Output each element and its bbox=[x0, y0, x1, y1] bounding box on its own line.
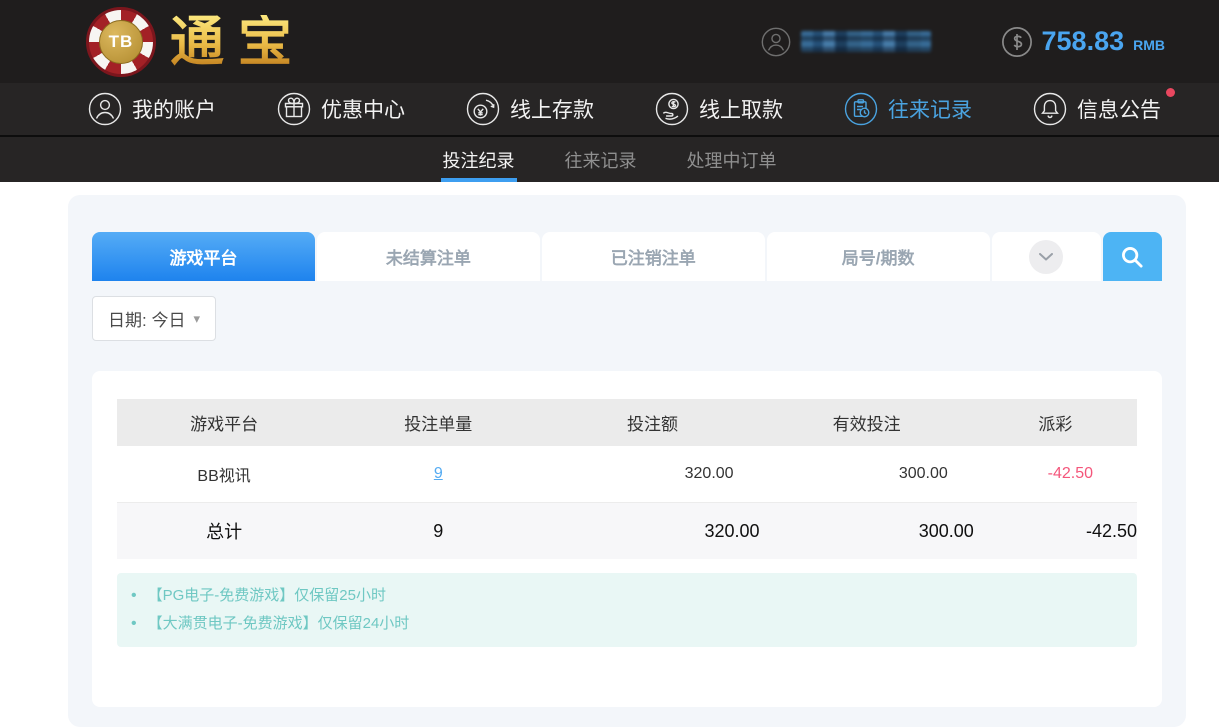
search-icon bbox=[1118, 243, 1146, 271]
filter-tab-unsettled-bets[interactable]: 未结算注单 bbox=[317, 232, 540, 281]
table-total-row: 总计 9 320.00 300.00 -42.50 bbox=[117, 503, 1137, 560]
col-header-bet-count: 投注单量 bbox=[331, 399, 545, 446]
subtab-label: 处理中订单 bbox=[687, 147, 777, 173]
nav-label: 优惠中心 bbox=[321, 94, 405, 124]
results-panel: 游戏平台 投注单量 投注额 有效投注 派彩 BB视讯 9 320.00 300.… bbox=[92, 371, 1162, 707]
deposit-coin-icon bbox=[466, 92, 500, 126]
filter-tabs: 游戏平台 未结算注单 已注销注单 局号/期数 bbox=[92, 232, 1162, 281]
note-text: 【PG电子-免费游戏】仅保留25小时 bbox=[148, 582, 386, 610]
total-valid-bet: 300.00 bbox=[760, 503, 974, 560]
records-card: 游戏平台 未结算注单 已注销注单 局号/期数 bbox=[68, 195, 1186, 727]
gift-icon bbox=[277, 92, 311, 126]
username-redacted bbox=[801, 31, 931, 52]
cell-platform: BB视讯 bbox=[117, 446, 331, 503]
nav-item-my-account[interactable]: 我的账户 bbox=[88, 92, 216, 126]
note-line-slam: • 【大满贯电子-免费游戏】仅保留24小时 bbox=[131, 610, 1123, 638]
table-header-row: 游戏平台 投注单量 投注额 有效投注 派彩 bbox=[117, 399, 1137, 446]
filter-tab-game-platform[interactable]: 游戏平台 bbox=[92, 232, 315, 281]
col-header-platform: 游戏平台 bbox=[117, 399, 331, 446]
topbar: TB 通宝 758.83 RMB bbox=[0, 0, 1219, 83]
cell-payout: -42.50 bbox=[974, 446, 1137, 503]
filter-tab-label: 游戏平台 bbox=[169, 244, 237, 269]
nav-label: 我的账户 bbox=[132, 94, 216, 124]
nav-label: 往来记录 bbox=[888, 94, 972, 124]
note-text: 【大满贯电子-免费游戏】仅保留24小时 bbox=[148, 610, 410, 638]
balance-amount: 758.83 bbox=[1042, 26, 1125, 57]
table-row: BB视讯 9 320.00 300.00 -42.50 bbox=[117, 446, 1137, 503]
subtab-label: 投注纪录 bbox=[443, 147, 515, 173]
total-bet-amount: 320.00 bbox=[545, 503, 759, 560]
subtab-processing-orders[interactable]: 处理中订单 bbox=[685, 137, 779, 182]
balance-currency: RMB bbox=[1133, 37, 1165, 53]
nav-label: 线上存款 bbox=[510, 94, 594, 124]
withdraw-hand-coin-icon bbox=[655, 92, 689, 126]
main-nav: 我的账户 优惠中心 线上存款 bbox=[0, 83, 1219, 137]
bullet-icon: • bbox=[131, 610, 137, 638]
brand-logo[interactable]: TB 通宝 bbox=[86, 7, 306, 77]
nav-item-withdrawal[interactable]: 线上取款 bbox=[655, 92, 783, 126]
chevron-down-icon[interactable] bbox=[1029, 240, 1063, 274]
records-clipboard-icon bbox=[844, 92, 878, 126]
search-button[interactable] bbox=[1103, 232, 1162, 281]
cell-bet-amount: 320.00 bbox=[545, 446, 759, 503]
brand-title: 通宝 bbox=[170, 15, 306, 69]
notification-dot bbox=[1166, 88, 1175, 97]
retention-notes: • 【PG电子-免费游戏】仅保留25小时 • 【大满贯电子-免费游戏】仅保留24… bbox=[117, 573, 1137, 647]
nav-label: 线上取款 bbox=[699, 94, 783, 124]
total-label: 总计 bbox=[117, 503, 331, 560]
account-icon bbox=[88, 92, 122, 126]
total-bet-count: 9 bbox=[331, 503, 545, 560]
nav-item-announcements[interactable]: 信息公告 bbox=[1033, 92, 1161, 126]
caret-down-icon: ▾ bbox=[193, 311, 200, 327]
col-header-payout: 派彩 bbox=[974, 399, 1137, 446]
filter-tab-label: 已注销注单 bbox=[611, 244, 696, 269]
subtab-bet-records[interactable]: 投注纪录 bbox=[441, 137, 517, 182]
col-header-bet-amount: 投注额 bbox=[545, 399, 759, 446]
note-line-pg: • 【PG电子-免费游戏】仅保留25小时 bbox=[131, 582, 1123, 610]
bet-count-link[interactable]: 9 bbox=[434, 465, 443, 482]
user-avatar-icon bbox=[761, 27, 791, 57]
filter-tab-round-number[interactable]: 局号/期数 bbox=[767, 232, 990, 281]
nav-item-deposit[interactable]: 线上存款 bbox=[466, 92, 594, 126]
filter-tab-label: 未结算注单 bbox=[386, 244, 471, 269]
poker-chip-icon: TB bbox=[86, 7, 156, 77]
nav-item-records[interactable]: 往来记录 bbox=[844, 92, 972, 126]
bullet-icon: • bbox=[131, 582, 137, 610]
dollar-coin-icon bbox=[1001, 26, 1033, 58]
cell-bet-count: 9 bbox=[331, 446, 545, 503]
filter-tab-label: 局号/期数 bbox=[842, 244, 915, 269]
sub-nav: 投注纪录 往来记录 处理中订单 bbox=[0, 137, 1219, 182]
col-header-valid-bet: 有效投注 bbox=[760, 399, 974, 446]
nav-item-promotions[interactable]: 优惠中心 bbox=[277, 92, 405, 126]
date-filter-label: 日期: 今日 bbox=[108, 306, 185, 331]
date-filter-row: 日期: 今日 ▾ bbox=[92, 296, 1162, 341]
bell-icon bbox=[1033, 92, 1067, 126]
user-info bbox=[761, 27, 931, 57]
nav-label: 信息公告 bbox=[1077, 94, 1161, 124]
balance: 758.83 RMB bbox=[1001, 26, 1165, 58]
total-payout: -42.50 bbox=[974, 503, 1137, 560]
subtab-label: 往来记录 bbox=[565, 147, 637, 173]
date-filter-button[interactable]: 日期: 今日 ▾ bbox=[92, 296, 216, 341]
filter-expand-cell[interactable] bbox=[992, 232, 1101, 281]
bet-summary-table: 游戏平台 投注单量 投注额 有效投注 派彩 BB视讯 9 320.00 300.… bbox=[117, 399, 1137, 559]
chip-monogram: TB bbox=[99, 20, 143, 64]
filter-tab-cancelled-bets[interactable]: 已注销注单 bbox=[542, 232, 765, 281]
content: 游戏平台 未结算注单 已注销注单 局号/期数 bbox=[0, 182, 1219, 727]
cell-valid-bet: 300.00 bbox=[760, 446, 974, 503]
subtab-transaction-records[interactable]: 往来记录 bbox=[563, 137, 639, 182]
